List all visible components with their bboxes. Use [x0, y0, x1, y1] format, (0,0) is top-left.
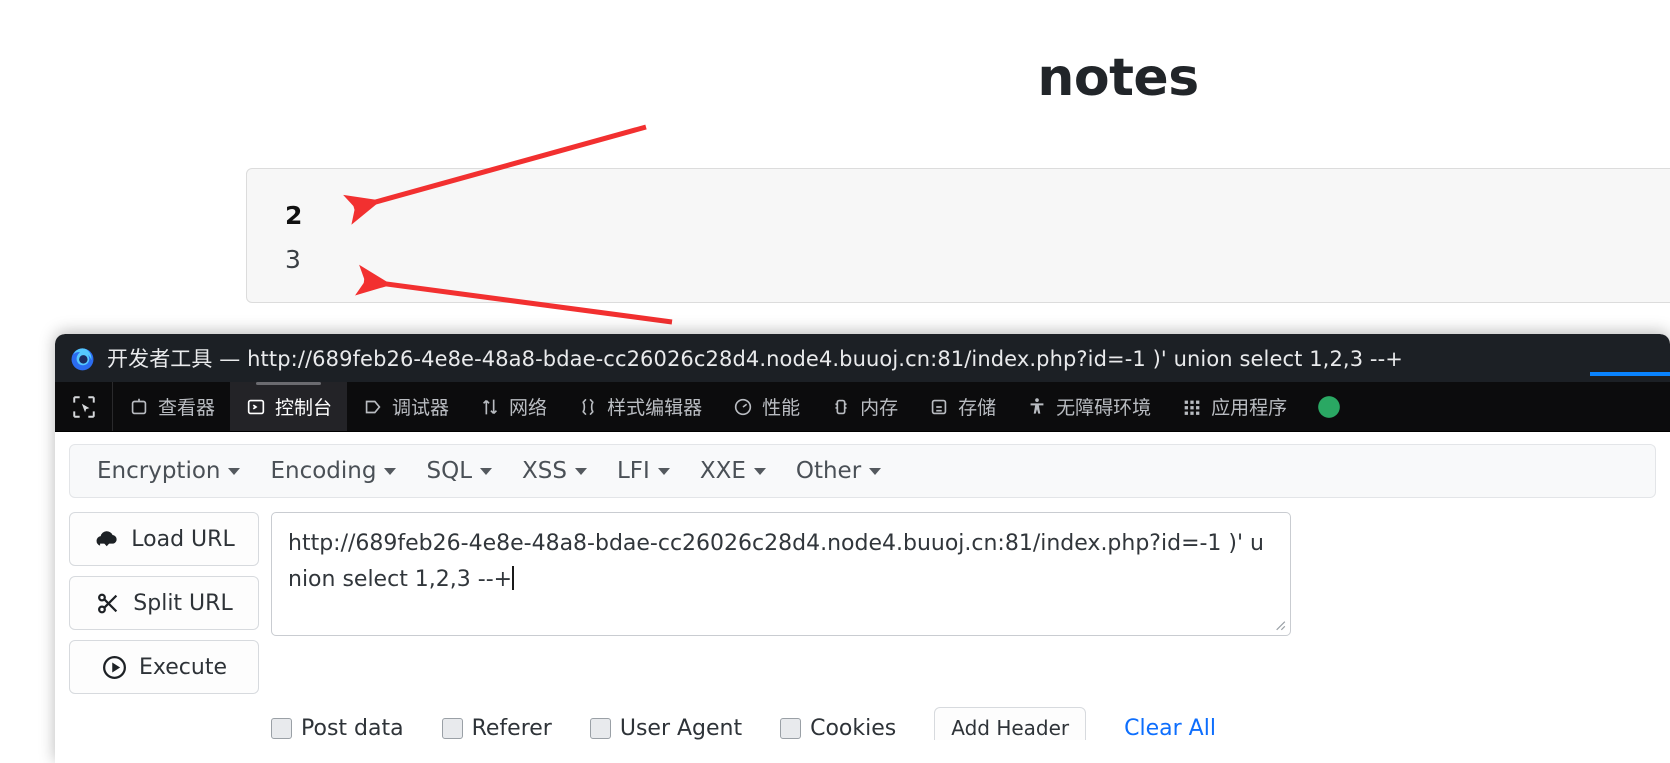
checkbox-cookies[interactable]: Cookies	[780, 715, 897, 741]
chevron-down-icon	[753, 467, 766, 475]
tab-debugger[interactable]: 调试器	[347, 382, 464, 431]
menu-lfi[interactable]: LFI	[604, 452, 683, 490]
checkbox-post-data-label: Post data	[301, 715, 404, 741]
menu-xxe[interactable]: XXE	[687, 452, 779, 490]
tab-inspector[interactable]: 查看器	[113, 382, 230, 431]
checkbox-icon[interactable]	[589, 717, 611, 739]
tab-console-label: 控制台	[275, 397, 333, 419]
titlebar-accent-bar	[1590, 372, 1670, 376]
tab-performance[interactable]: 性能	[717, 382, 815, 431]
execute-label: Execute	[139, 654, 227, 680]
url-textarea-value: http://689feb26-4e8e-48a8-bdae-cc26026c2…	[288, 531, 1264, 593]
hackbar-panel: Encryption Encoding SQL XSS LFI XXE Othe…	[55, 432, 1670, 763]
hackbar-extension-icon[interactable]	[1302, 382, 1356, 431]
tab-inspector-label: 查看器	[158, 397, 216, 419]
devtools-title: 开发者工具 — http://689feb26-4e8e-48a8-bdae-c…	[107, 347, 1403, 371]
checkbox-referer[interactable]: Referer	[441, 715, 552, 741]
hackbar-menubar: Encryption Encoding SQL XSS LFI XXE Othe…	[69, 444, 1656, 498]
tab-performance-label: 性能	[762, 397, 801, 419]
load-url-label: Load URL	[131, 526, 235, 552]
load-url-button[interactable]: Load URL	[69, 512, 259, 566]
chevron-down-icon	[657, 467, 670, 475]
tabbar-spacer	[1356, 382, 1670, 431]
chevron-down-icon	[480, 467, 493, 475]
menu-encoding-label: Encoding	[270, 458, 377, 484]
url-textarea[interactable]: http://689feb26-4e8e-48a8-bdae-cc26026c2…	[271, 512, 1291, 636]
notes-card: 2 3	[246, 168, 1670, 303]
tab-accessibility-label: 无障碍环境	[1056, 397, 1152, 419]
checkbox-icon[interactable]	[271, 717, 292, 739]
checkbox-cookies-label: Cookies	[810, 715, 897, 741]
hackbar-button-column: Load URL Split URL Execute	[69, 512, 259, 694]
note-line-2: 3	[285, 245, 301, 274]
cloud-download-icon	[96, 530, 117, 546]
tab-storage-label: 存储	[958, 397, 997, 419]
hackbar-body: Load URL Split URL Execute http://689feb…	[55, 498, 1670, 694]
tab-style-editor-label: 样式编辑器	[607, 397, 703, 419]
chevron-down-icon	[228, 467, 241, 475]
text-cursor	[512, 566, 515, 591]
tab-storage[interactable]: 存储	[913, 382, 1011, 431]
menu-lfi-label: LFI	[616, 458, 650, 484]
tab-network-label: 网络	[509, 397, 548, 419]
tab-console[interactable]: 控制台	[230, 382, 348, 431]
page-title: notes	[1037, 48, 1199, 108]
clear-all-link[interactable]: Clear All	[1124, 716, 1216, 741]
checkbox-icon[interactable]	[780, 717, 802, 739]
tab-style-editor[interactable]: 样式编辑器	[562, 382, 717, 431]
hackbar-editor: http://689feb26-4e8e-48a8-bdae-cc26026c2…	[271, 512, 1656, 694]
element-picker-icon[interactable]	[55, 382, 113, 431]
menu-xss-label: XSS	[522, 458, 567, 484]
menu-encryption[interactable]: Encryption	[84, 452, 253, 490]
checkbox-referer-label: Referer	[471, 715, 552, 741]
menu-encoding[interactable]: Encoding	[257, 452, 409, 490]
scissors-icon	[98, 593, 118, 613]
tab-application-label: 应用程序	[1211, 397, 1288, 419]
tab-debugger-label: 调试器	[392, 397, 450, 419]
devtools-tabbar: 查看器 控制台 调试器 网络 样式编辑器 性能 内存 存储 无障碍环境 应用程序	[55, 382, 1670, 432]
note-line-1: 2	[285, 201, 303, 230]
checkbox-icon[interactable]	[441, 717, 463, 739]
menu-xss[interactable]: XSS	[509, 452, 600, 490]
menu-other-label: Other	[795, 458, 862, 484]
execute-button[interactable]: Execute	[69, 640, 259, 694]
checkbox-user-agent-label: User Agent	[619, 715, 743, 741]
devtools-window: 开发者工具 — http://689feb26-4e8e-48a8-bdae-c…	[55, 334, 1670, 763]
tab-memory[interactable]: 内存	[815, 382, 913, 431]
chevron-down-icon	[869, 467, 882, 475]
split-url-label: Split URL	[133, 590, 233, 616]
tab-network[interactable]: 网络	[464, 382, 562, 431]
checkbox-post-data[interactable]: Post data	[271, 715, 404, 741]
resize-grip-icon[interactable]	[1272, 617, 1286, 631]
play-icon	[103, 655, 126, 679]
menu-encryption-label: Encryption	[97, 458, 221, 484]
checkbox-user-agent[interactable]: User Agent	[589, 715, 743, 741]
split-url-button[interactable]: Split URL	[69, 576, 259, 630]
tab-memory-label: 内存	[860, 397, 899, 419]
tab-application[interactable]: 应用程序	[1166, 382, 1302, 431]
menu-other[interactable]: Other	[783, 452, 894, 490]
screen-root: notes 2 3 开发者工具 — http://689feb26-4e8e-4…	[0, 0, 1670, 763]
firefox-logo-icon	[71, 347, 94, 370]
devtools-titlebar[interactable]: 开发者工具 — http://689feb26-4e8e-48a8-bdae-c…	[55, 334, 1670, 382]
chevron-down-icon	[574, 467, 587, 475]
add-header-button[interactable]: Add Header	[934, 707, 1087, 740]
menu-xxe-label: XXE	[699, 458, 746, 484]
menu-sql-label: SQL	[426, 458, 473, 484]
menu-sql[interactable]: SQL	[413, 452, 505, 490]
tab-accessibility[interactable]: 无障碍环境	[1011, 382, 1166, 431]
hackbar-options-row: Post data Referer User Agent Cookies Add…	[55, 694, 1670, 740]
chevron-down-icon	[384, 467, 397, 475]
